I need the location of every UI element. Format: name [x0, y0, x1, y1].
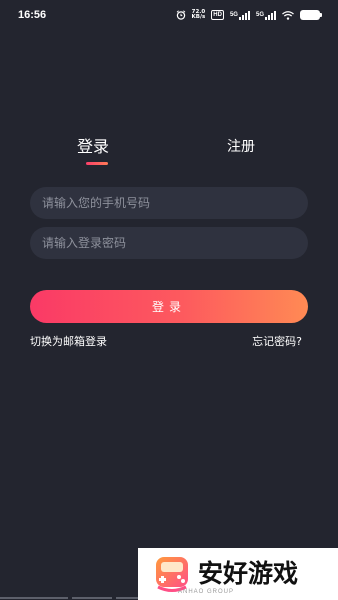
- forgot-password-link[interactable]: 忘记密码?: [252, 333, 302, 349]
- game-controller-logo-icon: [156, 557, 188, 592]
- login-button[interactable]: 登录: [30, 290, 308, 323]
- signal-5g-secondary-icon: 5G: [256, 10, 276, 20]
- switch-email-login-link[interactable]: 切换为邮箱登录: [30, 333, 107, 349]
- alarm-icon: [176, 10, 186, 20]
- auth-tabs: 登录 注册: [0, 133, 338, 173]
- status-icons: 72.0 KB/s HD 5G 5G: [176, 9, 322, 21]
- tab-active-indicator: [86, 162, 108, 165]
- network-speed: 72.0 KB/s: [191, 9, 206, 21]
- bottom-divider: [0, 596, 338, 600]
- status-bar: 16:56 72.0 KB/s HD 5G 5G: [0, 0, 338, 30]
- tab-login[interactable]: 登录: [77, 133, 109, 157]
- watermark: 安好游戏: [138, 548, 338, 600]
- tab-register[interactable]: 注册: [227, 136, 255, 156]
- watermark-title: 安好游戏: [198, 559, 299, 588]
- watermark-subtitle: ANHAO GROUP: [178, 589, 235, 595]
- signal1-label: 5G: [229, 12, 238, 18]
- status-time: 16:56: [18, 9, 47, 21]
- speed-unit: KB/s: [191, 14, 206, 20]
- battery-icon: [300, 10, 322, 20]
- phone-input[interactable]: [30, 187, 308, 219]
- password-input[interactable]: [30, 227, 308, 259]
- hd-icon: HD: [211, 10, 224, 20]
- wifi-icon: [282, 10, 294, 20]
- hd-label: HD: [213, 12, 222, 18]
- signal-5g-icon: 5G: [230, 10, 250, 20]
- signal2-label: 5G: [255, 12, 264, 18]
